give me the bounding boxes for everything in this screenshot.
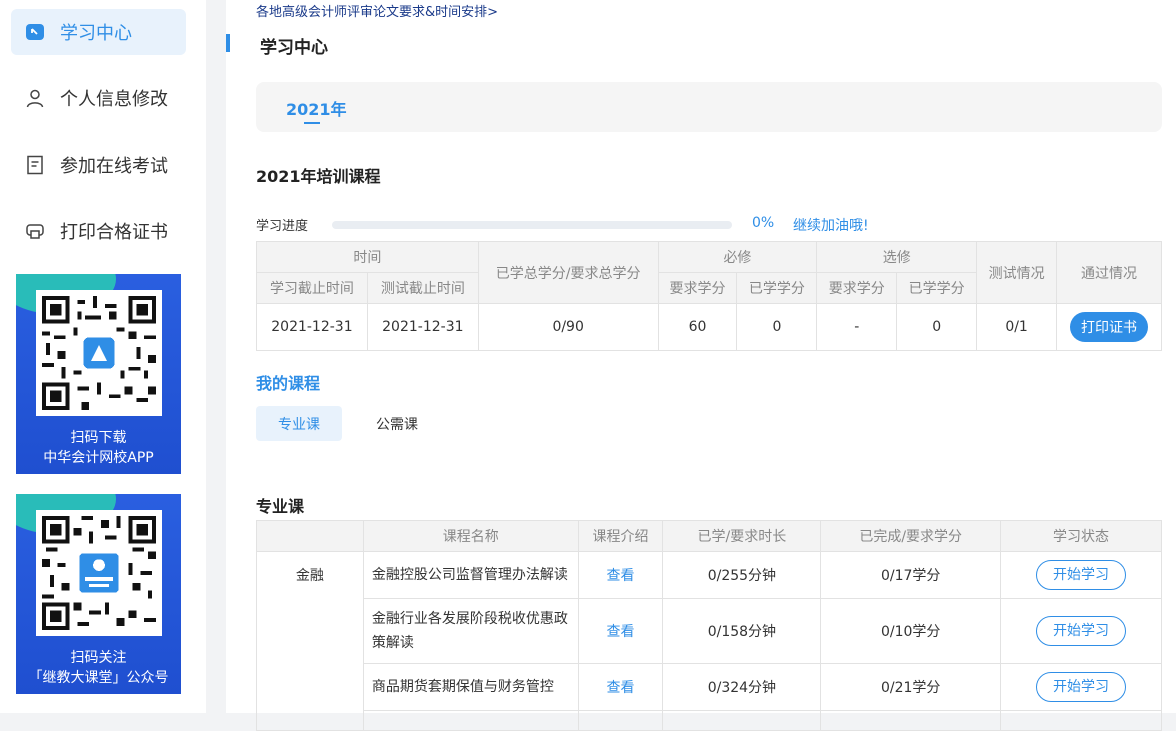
tab-public-course[interactable]: 公需课 xyxy=(372,406,422,441)
view-link[interactable]: 查看 xyxy=(607,568,635,584)
header-category xyxy=(256,520,364,552)
promo-caption: 中华会计网校APP xyxy=(43,450,154,466)
test-deadline: 2021-12-31 xyxy=(366,303,479,351)
tab-professional-course[interactable]: 专业课 xyxy=(256,406,342,441)
progress-bar xyxy=(332,221,732,229)
test-status: 0/1 xyxy=(976,303,1058,351)
table-row: 金融行业各发展阶段税收优惠政策解读 查看 0/158分钟 0/10学分 开始学习 xyxy=(257,598,1162,664)
course-name: 商品期货套期保值与财务管控 xyxy=(362,663,579,711)
sidebar-item-label: 学习中心 xyxy=(60,23,132,44)
sidebar-item-profile[interactable]: 个人信息修改 xyxy=(11,75,186,121)
tab-underline xyxy=(304,122,320,124)
course-table: 课程名称 课程介绍 已学/要求时长 已完成/要求学分 学习状态 金融 金融控股公… xyxy=(256,520,1162,731)
promo-caption: 「继教大课堂」公众号 xyxy=(28,670,169,686)
required-credit: 60 xyxy=(657,303,738,351)
header-study-status: 学习状态 xyxy=(1000,520,1162,552)
course-duration: 0/255分钟 xyxy=(662,551,822,599)
progress-percent: 0% xyxy=(752,215,775,231)
elective-credit: - xyxy=(816,303,898,351)
course-name: 金融控股公司监督管理办法解读 xyxy=(362,551,579,599)
title-accent-bar xyxy=(226,34,230,52)
progress-label: 学习进度 xyxy=(256,219,309,234)
print-certificate-button[interactable]: 打印证书 xyxy=(1070,312,1149,342)
view-link[interactable]: 查看 xyxy=(607,680,635,696)
header-course-name: 课程名称 xyxy=(362,520,579,552)
promo-caption: 扫码关注 xyxy=(70,650,127,666)
header-time: 时间 xyxy=(256,241,479,273)
header-credit: 已完成/要求学分 xyxy=(820,520,1002,552)
header-duration: 已学/要求时长 xyxy=(662,520,822,552)
header-required-earned: 已学学分 xyxy=(736,272,818,304)
view-link[interactable]: 查看 xyxy=(607,624,635,640)
elective-earned: 0 xyxy=(896,303,978,351)
table-row xyxy=(257,710,1162,731)
qr-code xyxy=(36,290,162,416)
start-study-button[interactable]: 开始学习 xyxy=(1036,616,1127,646)
course-name: 金融行业各发展阶段税收优惠政策解读 xyxy=(362,598,579,664)
header-elective-earned: 已学学分 xyxy=(896,272,978,304)
header-required: 必修 xyxy=(657,241,818,273)
layout-gutter xyxy=(206,0,226,713)
sidebar-item-learning-center[interactable]: 学习中心 xyxy=(11,9,186,55)
sidebar-item-label: 打印合格证书 xyxy=(60,222,168,243)
user-icon xyxy=(25,88,45,108)
header-test-deadline: 测试截止时间 xyxy=(366,272,479,304)
tab-year-2021[interactable]: 2021年 xyxy=(286,96,347,120)
summary-table: 时间 已学总学分/要求总学分 必修 选修 测试情况 通过情况 学习截止时间 测试… xyxy=(256,241,1162,351)
header-study-deadline: 学习截止时间 xyxy=(256,272,368,304)
course-credit: 0/17学分 xyxy=(820,551,1002,599)
sidebar-item-online-exam[interactable]: 参加在线考试 xyxy=(11,142,186,188)
start-study-button[interactable]: 开始学习 xyxy=(1036,672,1127,702)
sidebar-item-label: 参加在线考试 xyxy=(60,156,168,177)
header-pass-status: 通过情况 xyxy=(1056,241,1162,304)
header-total-credit: 已学总学分/要求总学分 xyxy=(477,241,659,304)
course-duration: 0/324分钟 xyxy=(662,663,822,711)
wechat-follow-promo[interactable]: 扫码关注 「继教大课堂」公众号 xyxy=(16,494,181,694)
promo-caption: 扫码下载 xyxy=(70,430,127,446)
sidebar-item-label: 个人信息修改 xyxy=(60,89,168,110)
book-icon xyxy=(25,22,45,42)
sidebar: 学习中心 个人信息修改 参加在线考试 打印合格证书 扫码下载 中华会计网校APP… xyxy=(0,0,206,713)
course-duration: 0/158分钟 xyxy=(662,598,822,664)
my-courses-title: 我的课程 xyxy=(256,374,321,393)
course-credit: 0/10学分 xyxy=(820,598,1002,664)
training-title: 2021年培训课程 xyxy=(256,167,381,186)
table-row: 2021-12-31 2021-12-31 0/90 60 0 - 0 0/1 … xyxy=(256,303,1162,351)
sidebar-item-print-certificate[interactable]: 打印合格证书 xyxy=(11,208,186,254)
header-elective-credit: 要求学分 xyxy=(816,272,898,304)
main-content: 各地高级会计师评审论文要求&时间安排> 学习中心 2021年 2021年培训课程… xyxy=(226,0,1176,731)
header-required-credit: 要求学分 xyxy=(657,272,738,304)
progress-cheer: 继续加油哦! xyxy=(793,218,869,234)
year-tab-bar: 2021年 xyxy=(256,82,1162,132)
page-title: 学习中心 xyxy=(260,38,328,58)
table-row: 商品期货套期保值与财务管控 查看 0/324分钟 0/21学分 开始学习 xyxy=(257,663,1162,711)
total-credit: 0/90 xyxy=(477,303,659,351)
table-row: 金融 金融控股公司监督管理办法解读 查看 0/255分钟 0/17学分 开始学习 xyxy=(256,551,1162,731)
pass-status-cell: 打印证书 xyxy=(1056,303,1162,351)
header-elective: 选修 xyxy=(816,241,978,273)
required-earned: 0 xyxy=(736,303,818,351)
course-section-title: 专业课 xyxy=(256,497,305,516)
category-cell: 金融 xyxy=(256,551,364,731)
header-course-intro: 课程介绍 xyxy=(577,520,664,552)
announcement-link[interactable]: 各地高级会计师评审论文要求&时间安排> xyxy=(256,1,498,20)
study-deadline: 2021-12-31 xyxy=(256,303,368,351)
printer-icon xyxy=(25,221,45,241)
course-credit: 0/21学分 xyxy=(820,663,1002,711)
document-icon xyxy=(25,155,45,175)
start-study-button[interactable]: 开始学习 xyxy=(1036,560,1127,590)
app-download-promo[interactable]: 扫码下载 中华会计网校APP xyxy=(16,274,181,474)
header-test-status: 测试情况 xyxy=(976,241,1058,304)
qr-code xyxy=(36,510,162,636)
